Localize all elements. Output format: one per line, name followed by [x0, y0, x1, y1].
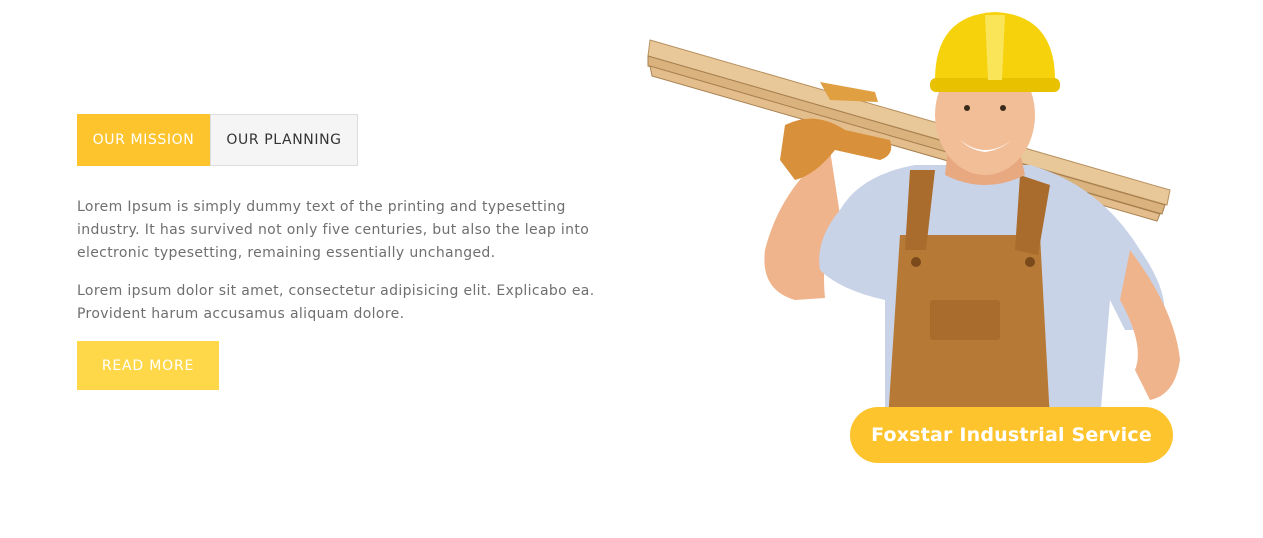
mission-tabs: OUR MISSION OUR PLANNING — [77, 114, 358, 166]
worker-carrying-planks-icon — [647, 12, 1180, 420]
mission-paragraph-2: Lorem ipsum dolor sit amet, consectetur … — [77, 283, 595, 322]
tab-our-planning[interactable]: OUR PLANNING — [210, 114, 358, 166]
about-section: OUR MISSION OUR PLANNING Lorem Ipsum is … — [0, 0, 1263, 538]
service-name-badge: Foxstar Industrial Service — [850, 407, 1173, 463]
mission-paragraph-1: Lorem Ipsum is simply dummy text of the … — [77, 199, 590, 261]
read-more-button[interactable]: READ MORE — [77, 341, 219, 390]
tab-our-mission[interactable]: OUR MISSION — [77, 114, 210, 166]
